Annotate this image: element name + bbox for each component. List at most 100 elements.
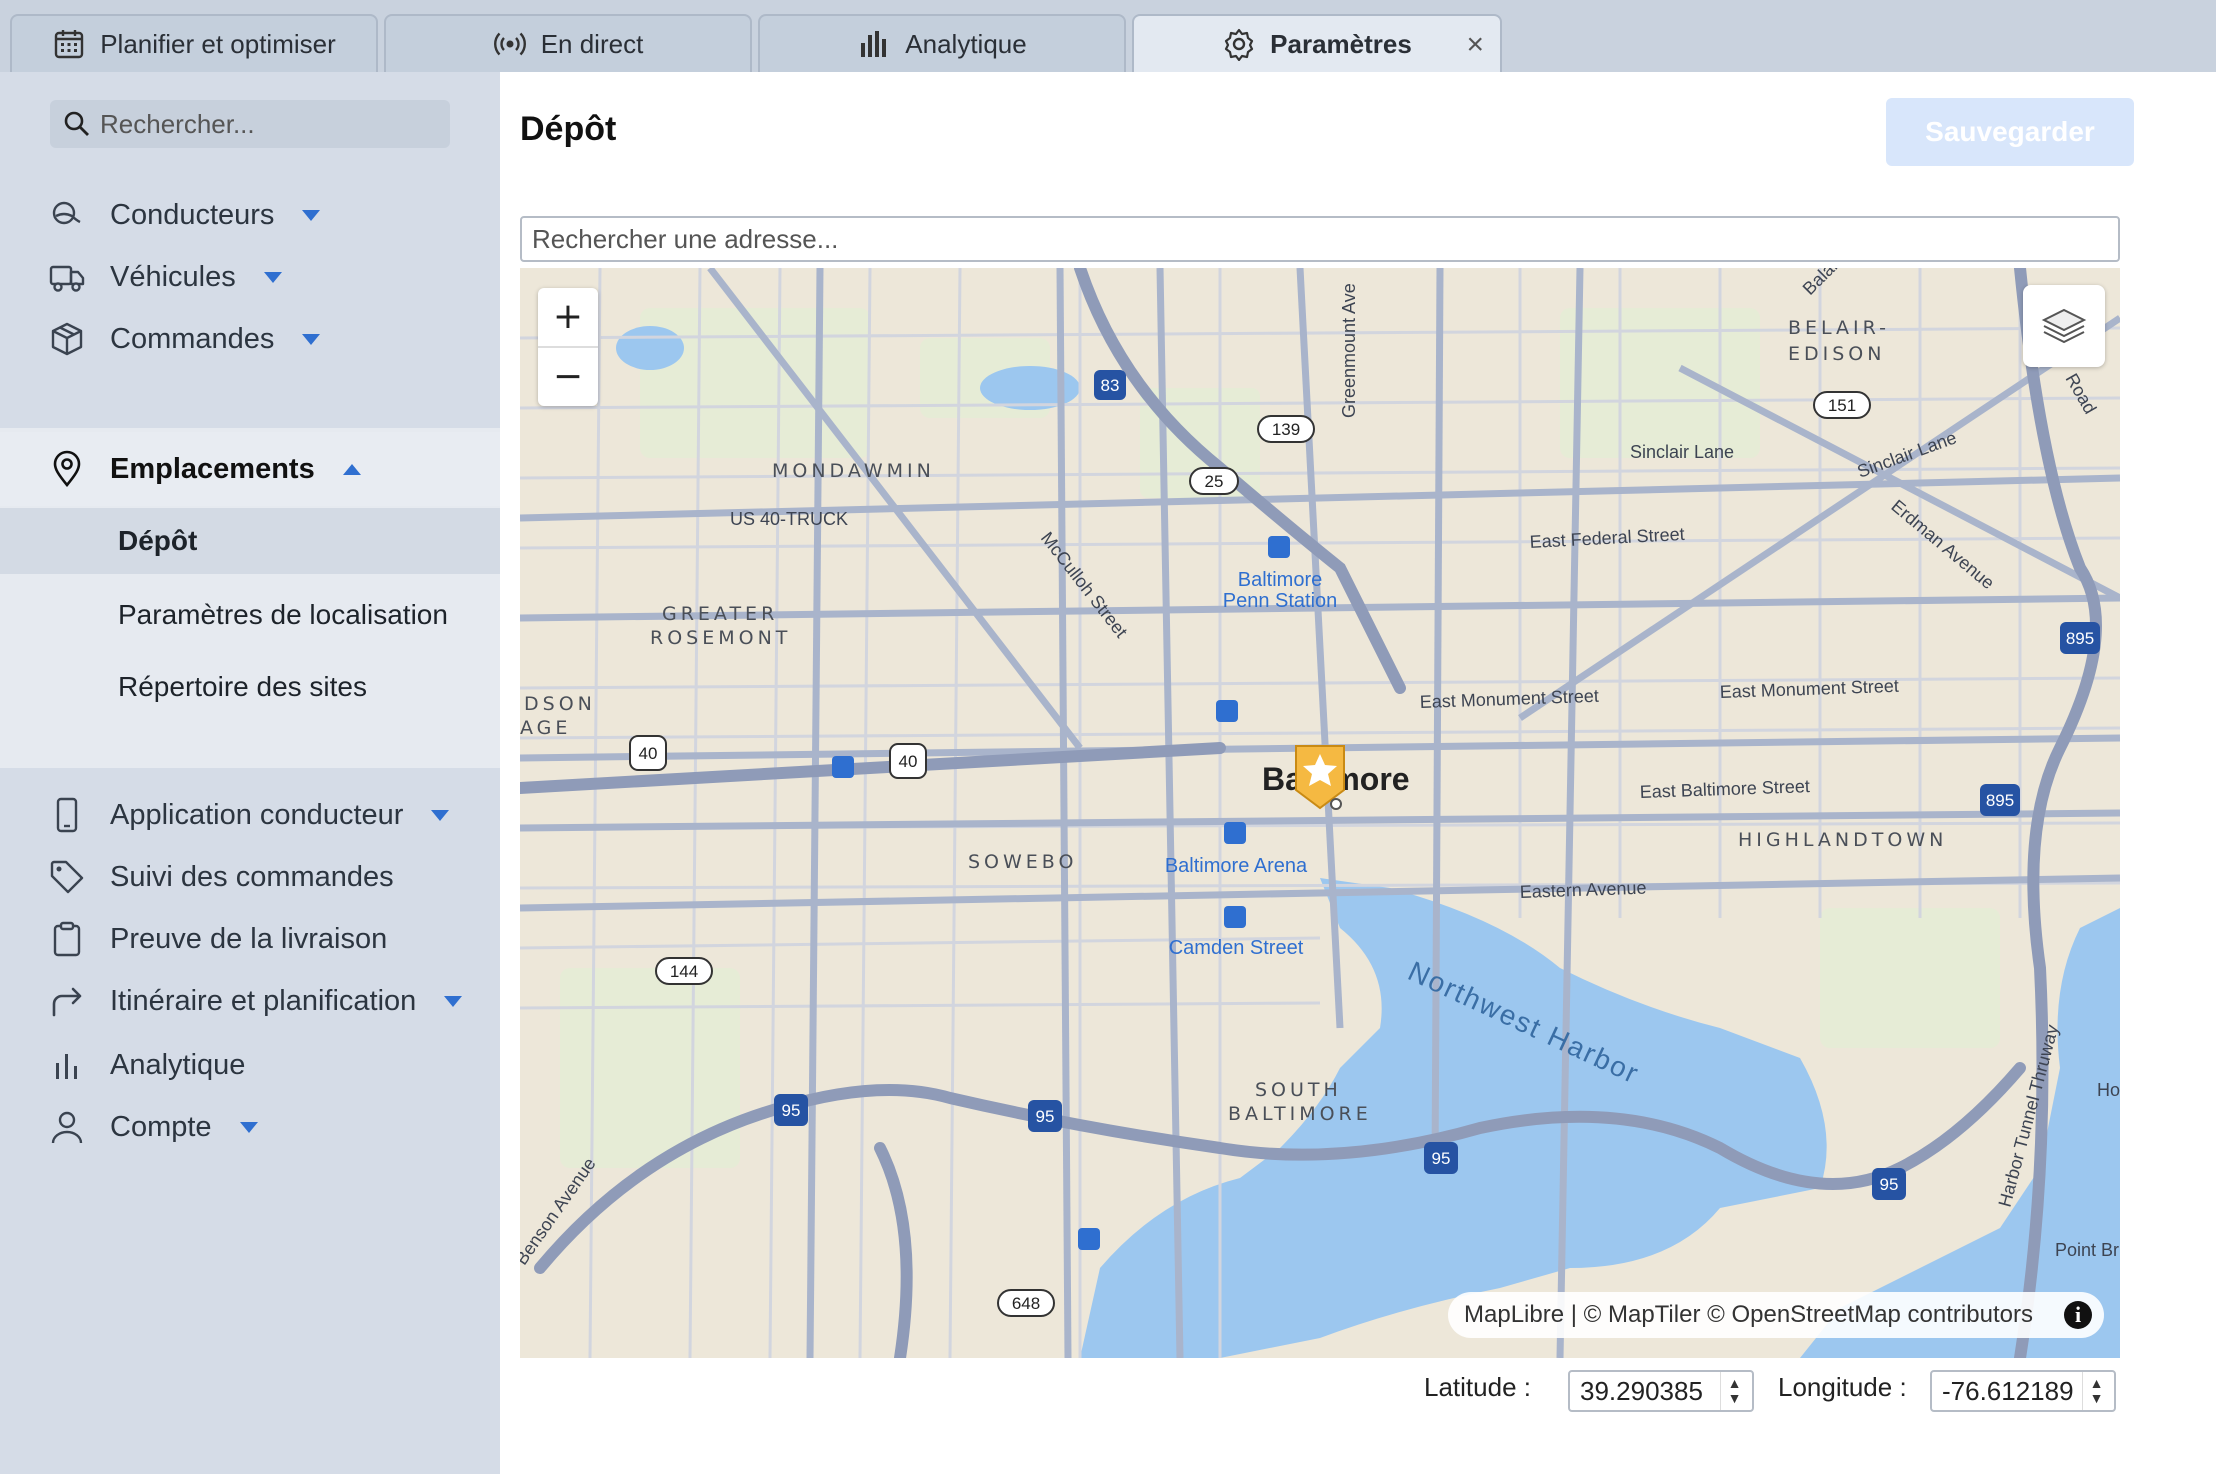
clipboard-icon: [53, 921, 81, 957]
info-icon[interactable]: i: [2064, 1301, 2092, 1329]
map-neighborhood: SOUTH: [1255, 1079, 1342, 1101]
route-shield-number: 40: [639, 744, 658, 763]
longitude-field: ▲▼: [1930, 1370, 2116, 1412]
route-shield-number: 139: [1272, 420, 1300, 439]
close-icon[interactable]: ×: [1466, 30, 1484, 60]
spinner-down-icon[interactable]: ▼: [1728, 1391, 1742, 1406]
route-shield-number: 40: [899, 752, 918, 771]
map-label: Point Br: [2055, 1240, 2119, 1260]
rail-station-icon: [832, 756, 854, 778]
sidebar-item-compte[interactable]: Compte: [0, 1096, 500, 1158]
spinner-up-icon[interactable]: ▲: [2090, 1376, 2104, 1391]
map-neighborhood: ROSEMONT: [650, 627, 791, 649]
sidebar-subitem-depot[interactable]: Dépôt: [0, 508, 500, 574]
map-neighborhood: GREATER: [662, 603, 778, 625]
map-canvas[interactable]: Sinclair Lane Sinclair Lane Erdman Avenu…: [520, 268, 2120, 1358]
route-shield-number: 151: [1828, 396, 1856, 415]
sidebar: Conducteurs Véhicules Commandes Emplacem…: [0, 72, 500, 1474]
sidebar-item-label: Conducteurs: [110, 198, 275, 231]
attribution-text: MapLibre | © MapTiler © OpenStreetMap co…: [1464, 1301, 2033, 1328]
bar-chart-icon: [56, 1054, 77, 1079]
route-shield: 95: [1028, 1100, 1062, 1132]
rail-station-icon: [1224, 822, 1246, 844]
route-shield-number: 648: [1012, 1294, 1040, 1313]
sidebar-item-label: Preuve de la livraison: [110, 922, 388, 955]
route-icon: [52, 987, 82, 1017]
chevron-down-icon: [302, 209, 321, 221]
sidebar-item-emplacements[interactable]: Emplacements: [0, 432, 500, 506]
broadcast-icon: [493, 32, 526, 56]
sidebar-item-label: Suivi des commandes: [110, 860, 394, 893]
phone-icon: [56, 797, 78, 833]
sidebar-subitem-parametres-localisation[interactable]: Paramètres de localisation: [0, 582, 500, 648]
tab-planifier[interactable]: Planifier et optimiser: [10, 14, 378, 72]
chevron-down-icon: [263, 271, 282, 283]
longitude-spinner[interactable]: ▲ ▼: [2082, 1372, 2110, 1410]
spinner-up-icon[interactable]: ▲: [1728, 1376, 1742, 1391]
tab-parametres[interactable]: Paramètres ×: [1132, 14, 1502, 72]
sidebar-item-suivi-commandes[interactable]: Suivi des commandes: [0, 846, 500, 908]
map-label: Greenmount Ave: [1339, 283, 1359, 418]
route-shield-number: 895: [2066, 629, 2094, 648]
map-neighborhood: BALTIMORE: [1228, 1103, 1372, 1125]
sidebar-item-analytique[interactable]: Analytique: [0, 1034, 500, 1096]
sidebar-item-application-conducteur[interactable]: Application conducteur: [0, 784, 500, 846]
map-label: Sinclair Lane: [1630, 442, 1734, 462]
tab-analytique[interactable]: Analytique: [758, 14, 1126, 72]
map-neighborhood: AGE: [520, 717, 571, 739]
sidebar-search-input[interactable]: [100, 108, 420, 140]
sidebar-item-label: Véhicules: [110, 260, 236, 293]
zoom-control: + −: [538, 288, 598, 406]
sidebar-search: [50, 100, 450, 148]
route-shield: 144: [655, 957, 713, 985]
zoom-in-button[interactable]: +: [538, 288, 598, 346]
chevron-down-icon: [444, 995, 463, 1007]
tab-bar: Planifier et optimiser En direct Analyti…: [0, 0, 2216, 72]
route-shield-number: 144: [670, 962, 698, 981]
route-shield-number: 25: [1205, 472, 1224, 491]
tab-en-direct[interactable]: En direct: [384, 14, 752, 72]
longitude-input[interactable]: [1932, 1375, 2082, 1407]
truck-icon: [49, 265, 85, 292]
sidebar-subitem-label: Répertoire des sites: [118, 671, 368, 702]
tab-label: Analytique: [905, 28, 1027, 59]
map-label: Ho: [2097, 1080, 2120, 1100]
sidebar-item-label: Compte: [110, 1110, 212, 1143]
map-neighborhood: BELAIR-: [1788, 317, 1890, 339]
route-shield-number: 83: [1101, 376, 1120, 395]
address-search-input[interactable]: [520, 216, 2120, 262]
map-label: US 40-TRUCK: [730, 509, 848, 529]
sidebar-item-preuve-livraison[interactable]: Preuve de la livraison: [0, 908, 500, 970]
map-neighborhood: DSON: [524, 693, 596, 715]
route-shield-number: 95: [1432, 1149, 1451, 1168]
save-button[interactable]: Sauvegarder: [1886, 98, 2134, 166]
station-label: Baltimore Arena: [1165, 855, 1308, 877]
tab-label: En direct: [540, 28, 644, 59]
layers-button[interactable]: [2023, 285, 2105, 367]
latitude-spinner[interactable]: ▲ ▼: [1720, 1372, 1748, 1410]
station-label: Penn Station: [1223, 590, 1338, 612]
route-shield: 40: [889, 743, 927, 779]
route-shield: 895: [1980, 784, 2020, 816]
map[interactable]: Sinclair Lane Sinclair Lane Erdman Avenu…: [520, 268, 2120, 1358]
chevron-down-icon: [302, 333, 321, 345]
route-shield: 95: [774, 1094, 808, 1126]
station-label: Camden Street: [1169, 937, 1304, 959]
locations-group: Emplacements Dépôt Paramètres de localis…: [0, 428, 500, 768]
map-neighborhood: HIGHLANDTOWN: [1738, 829, 1947, 851]
location-pin-icon: [53, 450, 81, 488]
sidebar-item-label: Emplacements: [110, 452, 315, 485]
route-shield: 95: [1872, 1168, 1906, 1200]
route-shield-number: 895: [1986, 791, 2014, 810]
route-shield: 151: [1813, 391, 1871, 419]
latitude-input[interactable]: [1570, 1375, 1720, 1407]
sidebar-item-commandes[interactable]: Commandes: [0, 308, 500, 370]
sidebar-subitem-repertoire-sites[interactable]: Répertoire des sites: [0, 654, 500, 720]
route-shield: 83: [1094, 370, 1126, 400]
sidebar-subitem-label: Paramètres de localisation: [118, 599, 448, 630]
zoom-out-button[interactable]: −: [538, 348, 598, 406]
sidebar-item-conducteurs[interactable]: Conducteurs: [0, 184, 500, 246]
sidebar-item-itineraire[interactable]: Itinéraire et planification: [0, 970, 500, 1032]
sidebar-item-vehicules[interactable]: Véhicules: [0, 246, 500, 308]
spinner-down-icon[interactable]: ▼: [2090, 1391, 2104, 1406]
